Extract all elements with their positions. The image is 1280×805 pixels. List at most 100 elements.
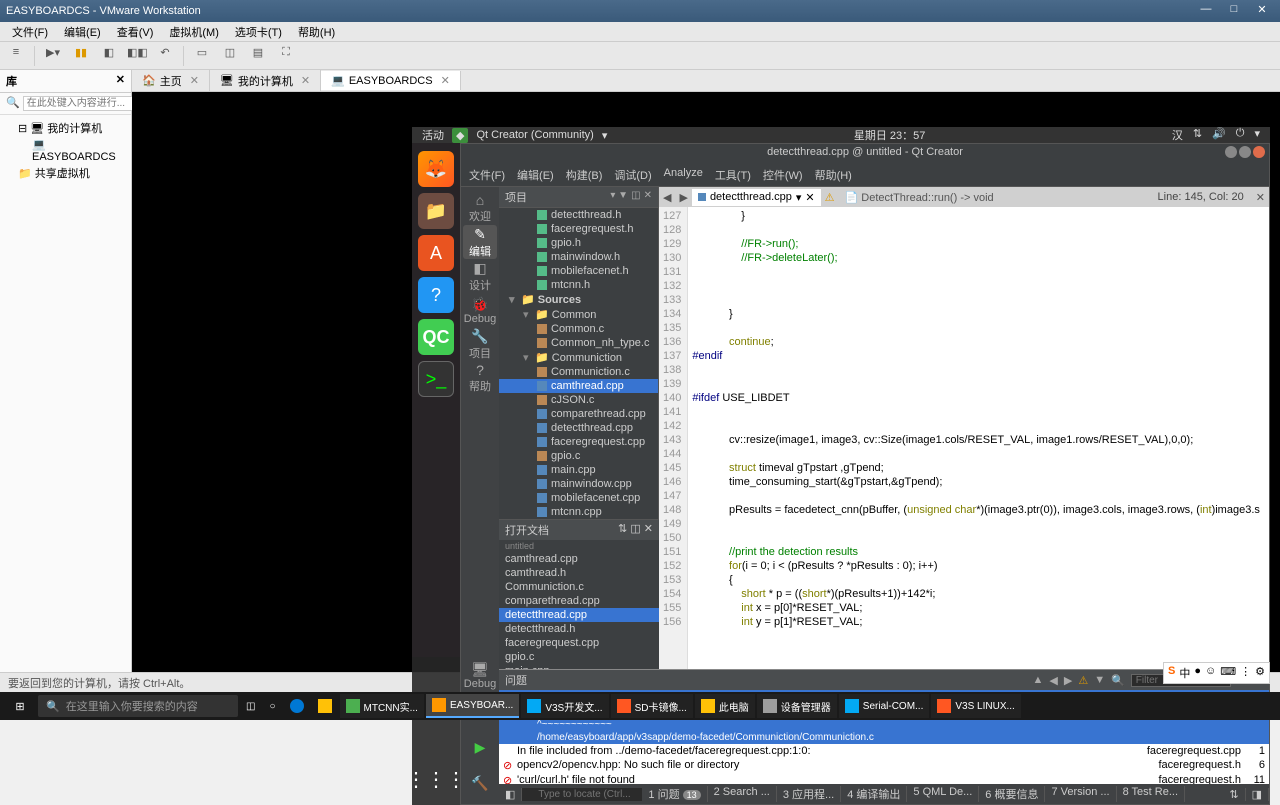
taskbar-task[interactable]: EASYBOAR... (426, 694, 519, 718)
menu-edit[interactable]: 编辑(E) (56, 24, 109, 40)
app-menu[interactable]: ◆ (452, 128, 468, 143)
close-icon[interactable]: ✕ (301, 74, 310, 87)
tree-file[interactable]: mtcnn.cpp (499, 505, 658, 519)
ime-more[interactable]: ⋮ (1240, 665, 1251, 681)
open-file-item[interactable]: camthread.h (499, 566, 659, 580)
tree-folder-communiction[interactable]: ▾📁 Communiction (499, 350, 658, 365)
network-icon[interactable]: ⇅ (1193, 127, 1202, 143)
tree-file[interactable]: gpio.h (499, 236, 658, 250)
menu-help[interactable]: 帮助(H) (290, 24, 343, 40)
dock-files[interactable]: 📁 (418, 193, 454, 229)
cortana-button[interactable]: ○ (263, 694, 281, 718)
close-icon[interactable]: ✕ (805, 191, 814, 204)
chevron-down-icon[interactable]: ▾ (1254, 127, 1260, 143)
nav-fwd-icon[interactable]: ▶ (675, 191, 691, 204)
explorer-button[interactable] (312, 694, 338, 718)
ime-logo[interactable]: S (1168, 665, 1175, 681)
close-icon[interactable]: ✕ (644, 190, 652, 201)
ime-punct[interactable]: ● (1194, 665, 1201, 681)
tree-file[interactable]: mainwindow.h (499, 250, 658, 264)
taskbar-task[interactable]: Serial-COM... (839, 694, 930, 718)
maximize-button[interactable]: □ (1222, 3, 1246, 19)
unity-button[interactable]: ◫ (220, 46, 240, 66)
tree-file[interactable]: gpio.c (499, 449, 658, 463)
sound-icon[interactable]: 🔊 (1212, 127, 1226, 143)
tab-easyboardcs[interactable]: 💻 EASYBOARDCS✕ (321, 71, 461, 90)
dock-qtcreator[interactable]: QC (418, 319, 454, 355)
fullscreen-button[interactable]: ▭ (192, 46, 212, 66)
close-button[interactable]: ✕ (1250, 3, 1274, 19)
bottombar-item[interactable]: 7 Version ... (1045, 786, 1116, 802)
next-icon[interactable]: ▶ (1064, 674, 1072, 687)
tree-file[interactable]: mtcnn.h (499, 278, 658, 292)
tree-file[interactable]: comparethread.cpp (499, 407, 658, 421)
snapshot-button[interactable]: ◧ (99, 46, 119, 66)
revert-button[interactable]: ↶ (155, 46, 175, 66)
minimize-button[interactable]: — (1194, 3, 1218, 19)
tab-mycomputer[interactable]: 🖥 我的计算机✕ (210, 70, 321, 92)
taskview-button[interactable]: ◫ (240, 694, 261, 718)
menu-view[interactable]: 查看(V) (109, 24, 162, 40)
bottombar-item[interactable]: 5 QML De... (907, 786, 979, 802)
warning-icon[interactable]: ⚠ (821, 191, 839, 204)
ime-settings[interactable]: ⚙ (1255, 665, 1265, 681)
view-button[interactable]: ▤ (248, 46, 268, 66)
guest-screen[interactable]: 活动 ◆ Qt Creator (Community) ▾ 星期日 23：57 … (132, 92, 1280, 672)
qt-menu-help[interactable]: 帮助(H) (815, 167, 852, 183)
tree-vm-easyboardcs[interactable]: 💻 EASYBOARDCS (0, 137, 131, 164)
editor-body[interactable]: 1271281291301311321331341351361371381391… (659, 207, 1269, 669)
tree-file[interactable]: Communiction.c (499, 365, 658, 379)
kit-selector[interactable]: 🖥Debug (463, 658, 497, 692)
line-col-indicator[interactable]: Line: 145, Col: 20 (1150, 191, 1252, 203)
bottombar-item[interactable]: 2 Search ... (708, 786, 777, 802)
open-files-list[interactable]: camthread.cppcamthread.hCommuniction.cco… (499, 552, 659, 669)
tree-file[interactable]: Common_nh_type.c (499, 336, 658, 350)
maximize-icon[interactable] (1239, 146, 1251, 158)
tree-folder-sources[interactable]: ▾📁 Sources (499, 292, 658, 307)
issue-sub[interactable]: /home/easyboard/app/v3sapp/demo-facedet/… (499, 731, 1269, 744)
mode-编辑[interactable]: ✎编辑 (463, 225, 497, 259)
power-button[interactable]: ▶▾ (43, 46, 63, 66)
close-icon[interactable]: ✕ (116, 73, 125, 89)
qt-menu-debug[interactable]: 调试(D) (614, 167, 651, 183)
bottombar-item[interactable]: 4 编译输出 (841, 786, 907, 802)
ime-emoji[interactable]: ☺ (1205, 665, 1216, 681)
snapshot-mgr-button[interactable]: ◧◧ (127, 46, 147, 66)
dock-apps[interactable]: ⋮⋮⋮ (418, 761, 454, 797)
library-button[interactable]: ≡ (6, 46, 26, 66)
open-file-item[interactable]: gpio.c (499, 650, 659, 664)
sidebar-right-toggle[interactable]: ◨ (1246, 788, 1269, 801)
tree-file[interactable]: detectthread.h (499, 208, 658, 222)
tree-file[interactable]: mobilefacenet.cpp (499, 491, 658, 505)
lang-indicator[interactable]: 汉 (1172, 127, 1183, 143)
close-icon[interactable]: ✕ (644, 523, 653, 535)
mode-欢迎[interactable]: ⌂欢迎 (463, 191, 497, 225)
open-file-item[interactable]: detectthread.h (499, 622, 659, 636)
bottombar-item[interactable]: 6 概要信息 (979, 786, 1045, 802)
close-icon[interactable]: ✕ (441, 74, 450, 87)
menu-file[interactable]: 文件(F) (4, 24, 56, 40)
split-icon[interactable]: ✕ (1252, 191, 1269, 204)
split-icon[interactable]: ◫ (631, 190, 640, 201)
progress-toggle[interactable]: ⇅ (1223, 788, 1245, 801)
mode-项目[interactable]: 🔧项目 (463, 327, 497, 361)
expand-icon[interactable]: ▲ (1032, 674, 1043, 686)
nav-back-icon[interactable]: ◀ (659, 191, 675, 204)
qt-menu-analyze[interactable]: Analyze (664, 167, 703, 183)
qt-menu-file[interactable]: 文件(F) (469, 167, 505, 183)
clock[interactable]: 星期日 23：57 (607, 127, 1171, 143)
tree-file[interactable]: detectthread.cpp (499, 421, 658, 435)
issue-row[interactable]: ⊘'curl/curl.h' file not foundfaceregrequ… (499, 773, 1269, 784)
open-file-item[interactable]: detectthread.cpp (499, 608, 659, 622)
tree-folder-common[interactable]: ▾📁 Common (499, 307, 658, 322)
tree-file[interactable]: Common.c (499, 322, 658, 336)
activities-button[interactable]: 活动 (422, 127, 444, 143)
qt-menu-edit[interactable]: 编辑(E) (517, 167, 554, 183)
dock-terminal[interactable]: >_ (418, 361, 454, 397)
prev-icon[interactable]: ◀ (1049, 674, 1057, 687)
bottombar-item[interactable]: 1 问题13 (642, 786, 707, 802)
tree-file[interactable]: camthread.cpp (499, 379, 658, 393)
dock-help[interactable]: ? (418, 277, 454, 313)
taskbar-task[interactable]: 此电脑 (695, 694, 755, 718)
start-button[interactable]: ⊞ (4, 694, 36, 718)
